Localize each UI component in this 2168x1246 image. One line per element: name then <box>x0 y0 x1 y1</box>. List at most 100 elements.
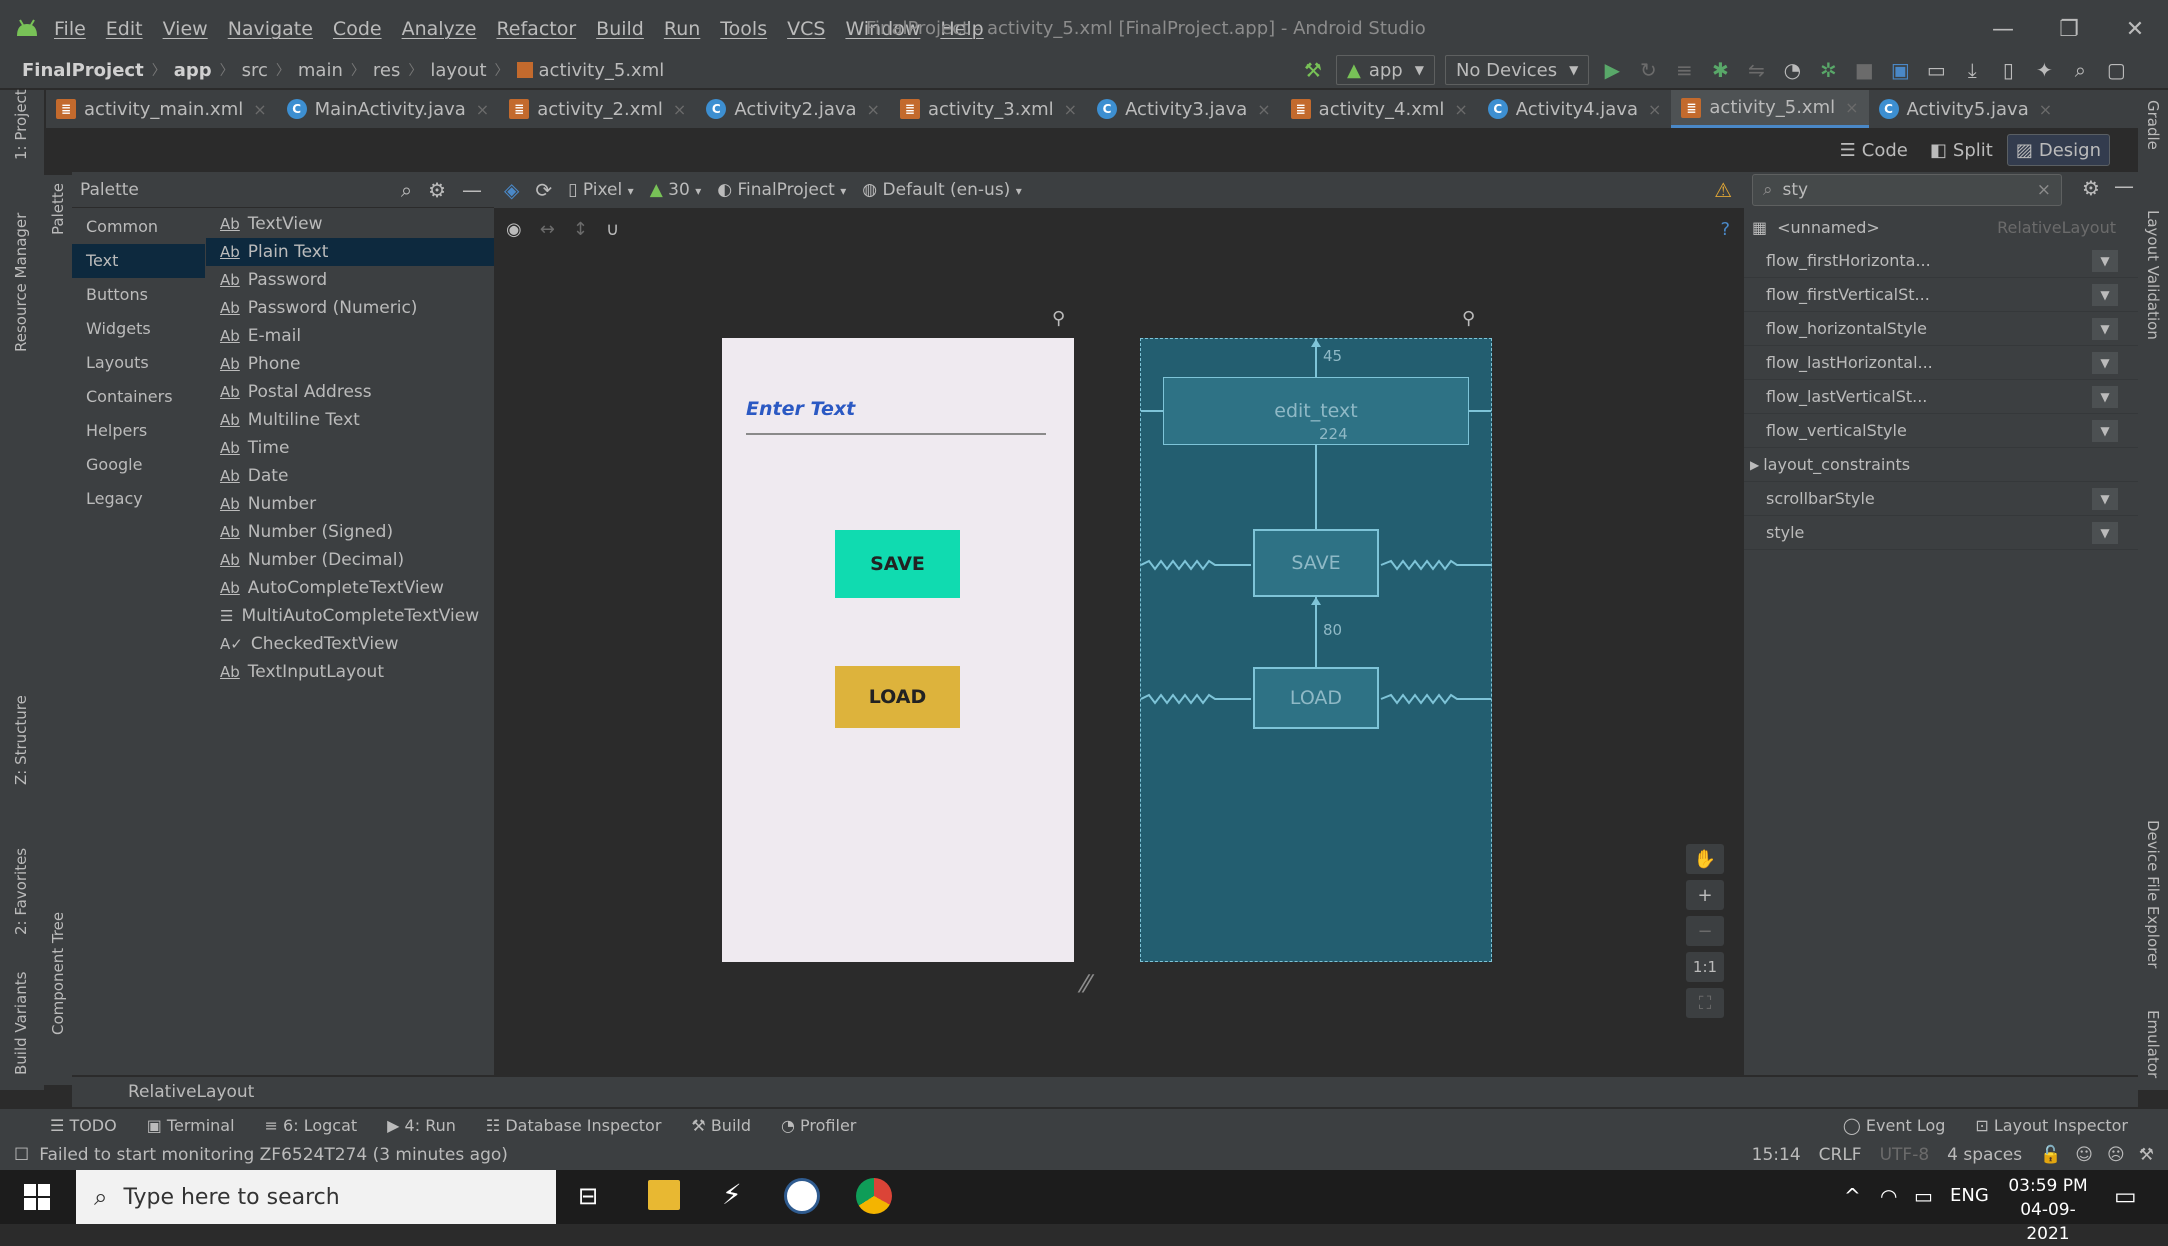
tab-activity-2-xml[interactable]: ≣ activity_2.xml × <box>499 90 696 128</box>
category-common[interactable]: Common <box>72 210 205 244</box>
taskbar-search[interactable]: ⌕ Type here to search <box>76 1170 556 1224</box>
help-icon[interactable]: ? <box>1720 219 1730 240</box>
vertical-arrow-icon[interactable]: ↕ <box>573 219 588 240</box>
load-button-blueprint[interactable]: LOAD <box>1253 667 1379 729</box>
zoom-out-button[interactable]: − <box>1686 916 1724 946</box>
run-tab[interactable]: ▶ 4: Run <box>387 1116 456 1135</box>
stop-icon[interactable]: ■ <box>1851 57 1877 83</box>
category-widgets[interactable]: Widgets <box>72 312 205 346</box>
horizontal-arrow-icon[interactable]: ↔ <box>540 219 555 240</box>
close-icon[interactable]: × <box>867 100 880 119</box>
menu-analyze[interactable]: Analyze <box>402 18 477 40</box>
category-layouts[interactable]: Layouts <box>72 346 205 380</box>
palette-item[interactable]: Ab Number <box>206 490 494 518</box>
tab-activity-4-xml[interactable]: ≣ activity_4.xml × <box>1281 90 1478 128</box>
component-breadcrumb[interactable]: RelativeLayout <box>72 1077 2138 1107</box>
palette-item[interactable]: Ab Number (Signed) <box>206 518 494 546</box>
project-tool-tab[interactable]: 1: Project <box>12 89 30 160</box>
breadcrumb-project[interactable]: FinalProject <box>22 60 144 81</box>
attr-row[interactable]: flow_firstVerticalSt... ▼ <box>1744 278 2138 312</box>
file-explorer-icon[interactable] <box>648 1180 680 1210</box>
clock[interactable]: 03:59 PM 04-09-2021 <box>2000 1174 2096 1246</box>
tab-activity-3-xml[interactable]: ≣ activity_3.xml × <box>890 90 1087 128</box>
attr-row[interactable]: style ▼ <box>1744 516 2138 550</box>
inspection-icon[interactable]: ☺ <box>2075 1145 2093 1165</box>
menu-view[interactable]: View <box>163 18 208 40</box>
breadcrumb-main[interactable]: main <box>298 60 343 81</box>
menu-build[interactable]: Build <box>596 18 644 40</box>
attributes-search-input[interactable]: ⌕ sty × <box>1752 174 2062 206</box>
category-buttons[interactable]: Buttons <box>72 278 205 312</box>
menu-vcs[interactable]: VCS <box>787 18 825 40</box>
close-icon[interactable]: × <box>1257 100 1270 119</box>
palette-item[interactable]: Ab Plain Text <box>206 238 494 266</box>
locale-select[interactable]: ◍ Default (en-us) ▾ <box>862 180 1021 200</box>
tab-activity5-java[interactable]: C Activity5.java × <box>1869 90 2063 128</box>
category-legacy[interactable]: Legacy <box>72 482 205 516</box>
close-icon[interactable]: × <box>1064 100 1077 119</box>
close-icon[interactable]: × <box>2039 100 2052 119</box>
gradle-tool-tab[interactable]: Gradle <box>2144 100 2162 150</box>
pin-icon[interactable]: ⚲ <box>1052 308 1065 329</box>
terminal-tab[interactable]: ▣ Terminal <box>147 1116 235 1135</box>
event-log-tab[interactable]: ◯ Event Log <box>1843 1116 1946 1135</box>
tab-activity4-java[interactable]: C Activity4.java × <box>1478 90 1672 128</box>
lock-icon[interactable]: 🔓 <box>2040 1145 2061 1165</box>
account-icon[interactable]: ▢ <box>2103 57 2129 83</box>
run-icon[interactable]: ▶ <box>1599 57 1625 83</box>
notifications-icon[interactable]: ⚒ <box>2139 1145 2154 1165</box>
close-icon[interactable]: × <box>1648 100 1661 119</box>
close-button[interactable]: ✕ <box>2102 0 2168 58</box>
zoom-fit-button[interactable]: ⛶ <box>1686 988 1724 1018</box>
line-separator[interactable]: CRLF <box>1819 1145 1862 1165</box>
menu-file[interactable]: File <box>54 18 86 40</box>
build-tab[interactable]: ⚒ Build <box>691 1116 751 1135</box>
battery-icon[interactable]: ▭ <box>1914 1184 1933 1208</box>
search-icon[interactable]: ⌕ <box>2067 57 2093 83</box>
status-toggle-icon[interactable]: ☐ <box>14 1145 29 1165</box>
tab-main-activity-java[interactable]: C MainActivity.java × <box>277 90 500 128</box>
gear-icon[interactable]: ⚙ <box>428 178 446 202</box>
category-containers[interactable]: Containers <box>72 380 205 414</box>
attr-row[interactable]: ▶ layout_constraints <box>1744 448 2138 482</box>
device-file-explorer-tool-tab[interactable]: Device File Explorer <box>2144 820 2162 968</box>
category-text[interactable]: Text <box>72 244 205 278</box>
menu-navigate[interactable]: Navigate <box>228 18 313 40</box>
app-icon[interactable]: ⚡ <box>722 1178 742 1211</box>
dropdown-icon[interactable]: ▼ <box>2092 283 2118 306</box>
coverage-icon[interactable]: ✲ <box>1815 57 1841 83</box>
search-icon[interactable]: ⌕ <box>401 178 412 202</box>
close-icon[interactable]: × <box>1845 98 1858 117</box>
expand-arrow-icon[interactable]: ▶ <box>1750 458 1759 472</box>
layers-icon[interactable]: ◈ <box>504 178 519 202</box>
tab-activity3-java[interactable]: C Activity3.java × <box>1087 90 1281 128</box>
minimize-icon[interactable]: — <box>2114 174 2134 198</box>
palette-item[interactable]: ☰ MultiAutoCompleteTextView <box>206 602 494 630</box>
attach-debugger-icon[interactable]: ⇋ <box>1743 57 1769 83</box>
breadcrumb-src[interactable]: src <box>242 60 268 81</box>
run-config-select[interactable]: ▲ app ▼ <box>1336 55 1435 85</box>
dropdown-icon[interactable]: ▼ <box>2092 351 2118 374</box>
profile-icon[interactable]: ◔ <box>1779 57 1805 83</box>
save-button-blueprint[interactable]: SAVE <box>1253 529 1379 597</box>
palette-item[interactable]: Ab Phone <box>206 350 494 378</box>
tab-activity2-java[interactable]: C Activity2.java × <box>696 90 890 128</box>
close-icon[interactable]: × <box>253 100 266 119</box>
warning-icon[interactable]: ⚠ <box>1714 178 1732 202</box>
breadcrumb-app[interactable]: app <box>174 60 212 81</box>
palette-tool-tab[interactable]: Palette <box>49 183 67 235</box>
pin-icon[interactable]: ⚲ <box>1462 308 1475 329</box>
favorites-tool-tab[interactable]: 2: Favorites <box>12 848 30 935</box>
breadcrumb-res[interactable]: res <box>373 60 400 81</box>
palette-item[interactable]: Ab Multiline Text <box>206 406 494 434</box>
save-button[interactable]: SAVE <box>835 530 960 598</box>
attr-row[interactable]: flow_firstHorizonta... ▼ <box>1744 244 2138 278</box>
minimize-button[interactable]: — <box>1970 0 2036 58</box>
device-preview[interactable]: Enter Text SAVE LOAD <box>722 338 1074 962</box>
category-helpers[interactable]: Helpers <box>72 414 205 448</box>
design-mode-button[interactable]: ▨ Design <box>2006 134 2110 166</box>
blueprint-view[interactable]: 45 edit_text 224 SAVE 80 LOAD <box>1140 338 1492 962</box>
palette-item[interactable]: Ab E-mail <box>206 322 494 350</box>
minimize-icon[interactable]: — <box>462 178 482 202</box>
assistant-icon[interactable]: ✦ <box>2031 57 2057 83</box>
